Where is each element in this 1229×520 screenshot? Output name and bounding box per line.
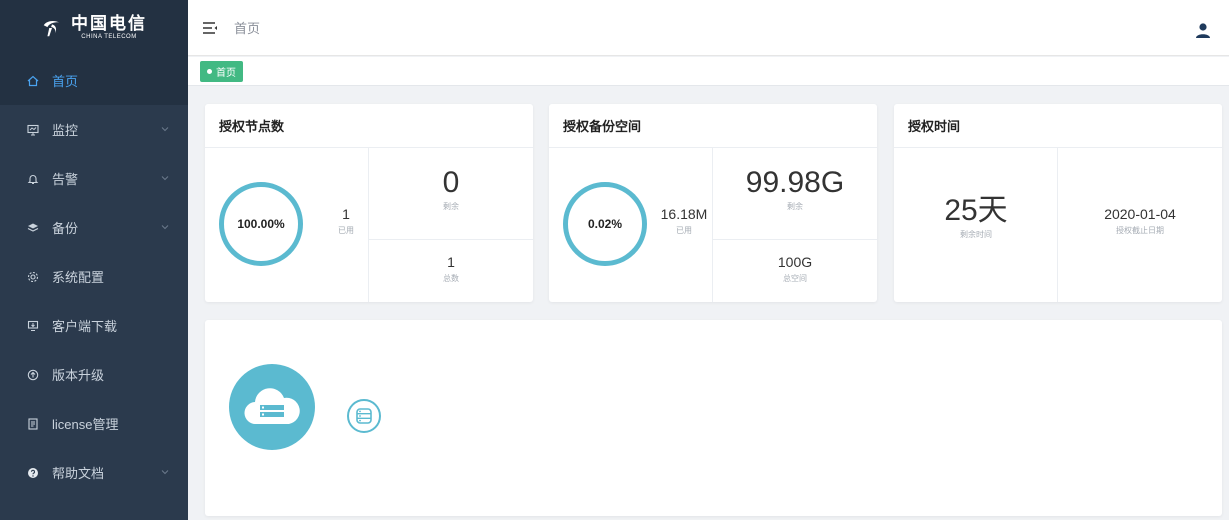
sidebar-item-license[interactable]: license管理 bbox=[0, 399, 188, 448]
sidebar-item-label: 首页 bbox=[52, 74, 79, 89]
sidebar-item-label: 备份 bbox=[52, 221, 79, 236]
used-value: 1 bbox=[342, 206, 350, 222]
brand-name-en: CHINA TELECOM bbox=[81, 34, 137, 40]
sidebar-item-monitor[interactable]: 监控 bbox=[0, 105, 188, 154]
tag-label: 首页 bbox=[216, 68, 236, 79]
total-value: 100G bbox=[777, 254, 813, 270]
used-value: 16.18M bbox=[660, 206, 708, 222]
top-header: 首页 bbox=[188, 0, 1229, 56]
total-value: 1 bbox=[447, 254, 455, 270]
download-icon bbox=[26, 319, 40, 333]
card-title: 授权时间 bbox=[894, 104, 1222, 148]
sidebar-item-label: 告警 bbox=[52, 172, 79, 187]
card-title: 授权节点数 bbox=[205, 104, 533, 148]
remain-days-value: 25天 bbox=[944, 194, 1008, 227]
sidebar-item-label: 版本升级 bbox=[52, 368, 105, 383]
deadline-label: 授权截止日期 bbox=[1116, 226, 1164, 235]
server-icon[interactable] bbox=[347, 399, 381, 433]
deadline-value: 2020-01-04 bbox=[1104, 206, 1176, 222]
used-label: 已用 bbox=[676, 226, 692, 235]
used-label: 已用 bbox=[338, 226, 354, 235]
upgrade-icon bbox=[26, 368, 40, 382]
usage-ring: 0.02% bbox=[563, 182, 647, 266]
chevron-down-icon bbox=[161, 470, 169, 475]
sidebar-item-label: license管理 bbox=[52, 417, 119, 432]
layers-icon bbox=[26, 221, 40, 235]
remain-value: 0 bbox=[442, 166, 460, 199]
license-icon bbox=[26, 417, 40, 431]
card-authorized-backup-space: 授权备份空间 0.02% 16.18M 已用 99.98G 剩余 100G 总空… bbox=[549, 104, 877, 302]
monitor-icon bbox=[26, 123, 40, 137]
total-label: 总空间 bbox=[783, 274, 807, 283]
chevron-down-icon bbox=[161, 127, 169, 132]
sidebar-item-upgrade[interactable]: 版本升级 bbox=[0, 350, 188, 399]
remain-label: 剩余 bbox=[443, 202, 459, 211]
card-authorized-time: 授权时间 25天 剩余时间 2020-01-04 授权截止日期 bbox=[894, 104, 1222, 302]
sidebar-item-label: 监控 bbox=[52, 123, 79, 138]
help-icon bbox=[26, 466, 40, 480]
chevron-down-icon bbox=[161, 176, 169, 181]
sidebar-item-label: 帮助文档 bbox=[52, 466, 105, 481]
tag-active-dot bbox=[207, 69, 212, 74]
remain-days-label: 剩余时间 bbox=[960, 230, 992, 239]
sidebar-nav: 首页 监控 告警 备份 系统配置 客户端下载 版本升级 license管理 帮助… bbox=[0, 56, 188, 497]
sidebar-item-alarm[interactable]: 告警 bbox=[0, 154, 188, 203]
storage-overview-panel bbox=[205, 320, 1222, 516]
sidebar-item-settings[interactable]: 系统配置 bbox=[0, 252, 188, 301]
tag-home[interactable]: 首页 bbox=[200, 61, 243, 82]
home-icon bbox=[26, 74, 40, 88]
sidebar-item-backup[interactable]: 备份 bbox=[0, 203, 188, 252]
brand-logo[interactable]: 中国电信 CHINA TELECOM bbox=[0, 0, 188, 56]
sidebar-item-label: 系统配置 bbox=[52, 270, 105, 285]
card-authorized-nodes: 授权节点数 100.00% 1 已用 0 剩余 1 总数 bbox=[205, 104, 533, 302]
remain-label: 剩余 bbox=[787, 202, 803, 211]
menu-toggle-icon[interactable] bbox=[202, 21, 218, 35]
sidebar-item-help[interactable]: 帮助文档 bbox=[0, 448, 188, 497]
gear-icon bbox=[26, 270, 40, 284]
total-label: 总数 bbox=[443, 274, 459, 283]
sidebar: 中国电信 CHINA TELECOM 首页 监控 告警 备份 系统配置 客户端下… bbox=[0, 0, 188, 520]
brand-name-cn: 中国电信 bbox=[71, 14, 147, 34]
remain-value: 99.98G bbox=[745, 166, 845, 199]
card-title: 授权备份空间 bbox=[549, 104, 877, 148]
china-telecom-logo-icon bbox=[43, 20, 60, 37]
cloud-storage-icon bbox=[229, 364, 315, 450]
usage-ring: 100.00% bbox=[219, 182, 303, 266]
tags-view: 首页 bbox=[188, 57, 1229, 86]
sidebar-item-label: 客户端下载 bbox=[52, 319, 118, 334]
breadcrumb[interactable]: 首页 bbox=[234, 18, 260, 37]
chevron-down-icon bbox=[161, 225, 169, 230]
sidebar-item-home[interactable]: 首页 bbox=[0, 56, 188, 105]
sidebar-item-client-download[interactable]: 客户端下载 bbox=[0, 301, 188, 350]
bell-icon bbox=[26, 172, 40, 186]
user-avatar-icon[interactable] bbox=[1195, 22, 1211, 38]
